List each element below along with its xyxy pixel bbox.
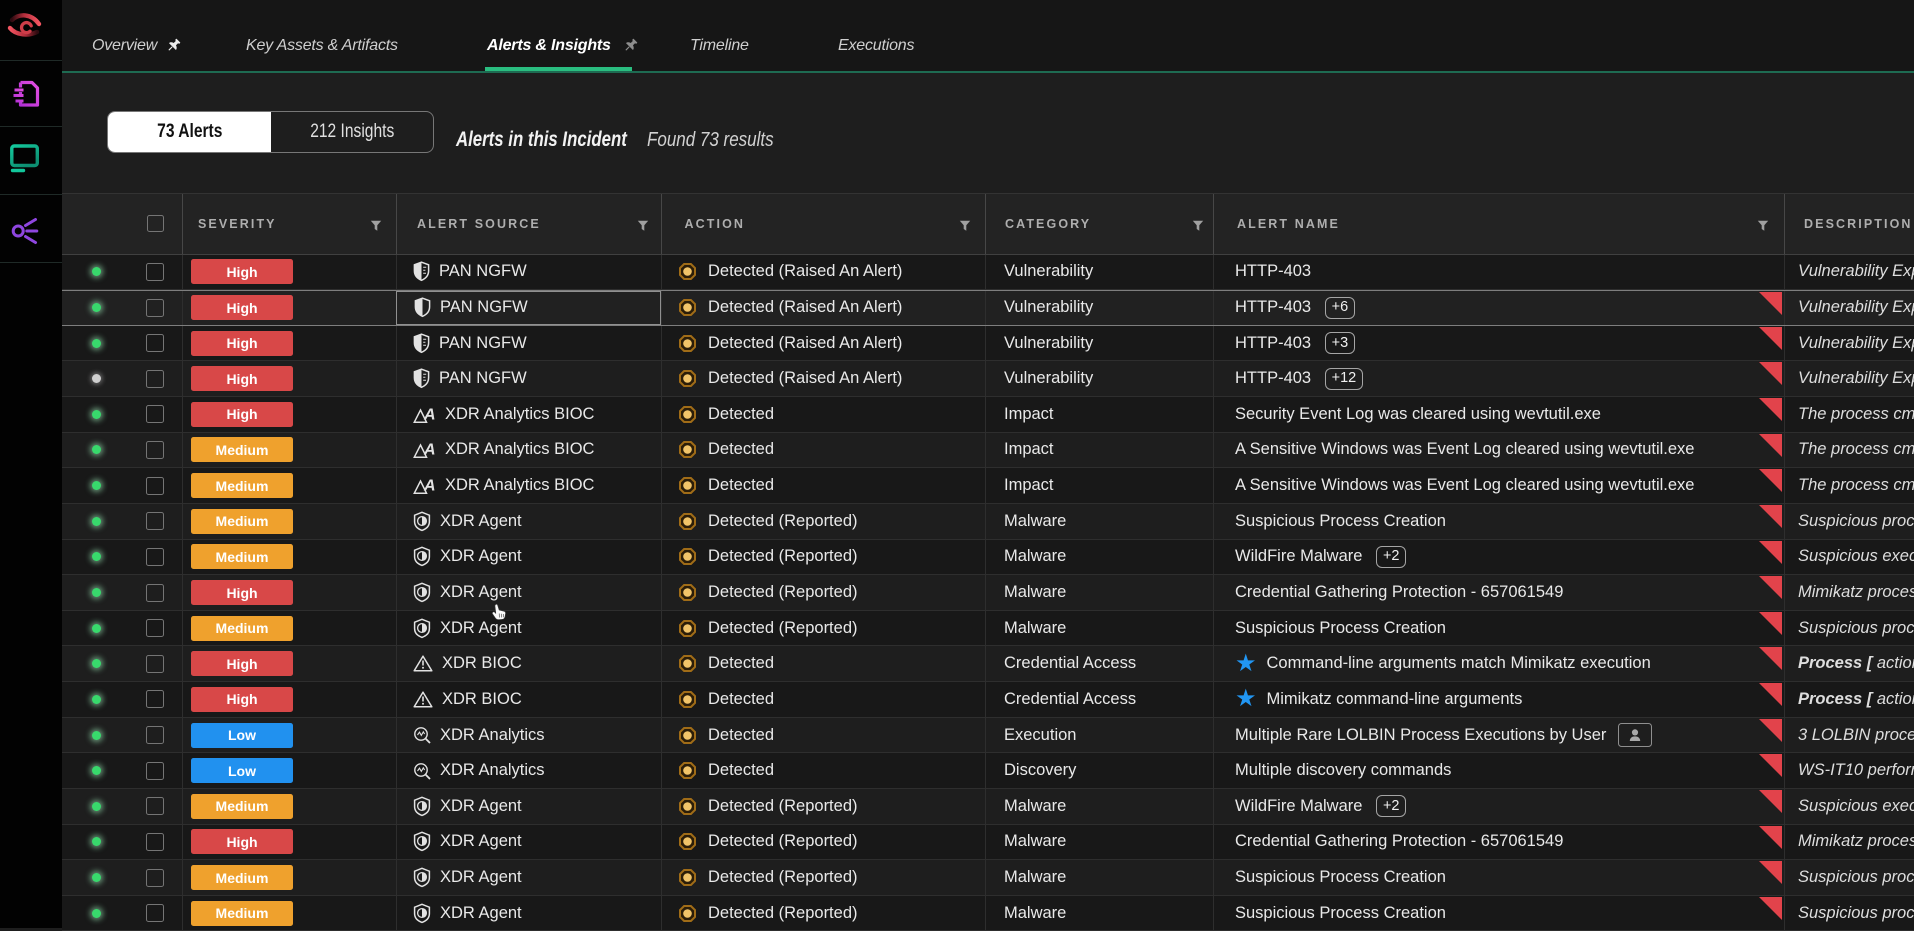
svg-text:A: A: [423, 478, 436, 495]
svg-text:A: A: [423, 406, 436, 423]
svg-text:A: A: [423, 442, 436, 459]
